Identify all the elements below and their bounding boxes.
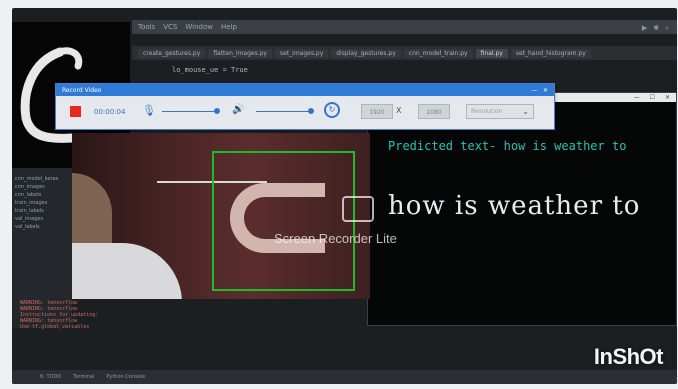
tree-item[interactable]: val_labels [15,224,69,230]
ide-statusbar: 6: TODO Terminal Python Console [12,370,677,384]
record-video-dialog: Record Video — ✕ 00:00:04 🎙 🔊 ↻ 1920 X 1… [55,83,555,130]
mic-volume-slider[interactable] [162,108,220,114]
predicted-text-large: how is weather to [388,191,641,221]
tree-item[interactable]: cnn_images [15,184,69,190]
inshot-watermark: InShOt [593,344,664,369]
slider-handle[interactable] [308,108,314,114]
dimension-separator: X [396,106,402,115]
dialog-title: Record Video [62,86,102,94]
minimize-icon[interactable]: — [634,94,640,101]
resolution-placeholder: Resolution [471,108,503,115]
recorder-controls: 00:00:04 🎙 🔊 ↻ 1920 X 1080 Resolution ⌄ [56,96,554,129]
tab-set-images[interactable]: set_images.py [275,48,329,58]
menu-item[interactable]: Tools [138,23,155,31]
stop-record-button[interactable] [70,106,81,117]
run-icon[interactable]: ▶ [642,24,647,33]
tab-final[interactable]: final.py [475,48,508,58]
recorder-watermark-icon [342,196,374,222]
recorder-watermark: Screen Recorder Lite [274,231,397,246]
tab-set-hand-histogram[interactable]: set_hand_histogram.py [510,48,591,58]
detection-box [212,151,355,291]
maximize-icon[interactable]: ☐ [650,94,655,101]
tree-item[interactable]: train_labels [15,208,69,214]
menu-item[interactable]: VCS [163,23,177,31]
tab-cnn-model-train[interactable]: cnn_model_train.py [403,48,473,58]
record-timer: 00:00:04 [94,108,126,116]
webcam-feed [72,133,370,299]
width-field[interactable]: 1920 [361,104,393,119]
minimize-icon[interactable]: — [531,87,537,94]
tree-item[interactable]: cnn_model_keras [15,176,69,182]
dialog-titlebar: Record Video — ✕ [56,84,554,96]
code-line[interactable]: lo_mouse_ue = True [172,66,248,74]
microphone-icon[interactable]: 🎙 [142,104,156,117]
todo-tab[interactable]: 6: TODO [40,374,61,380]
close-icon[interactable]: ✕ [543,87,548,94]
tree-item[interactable]: train_images [15,200,69,206]
slider-handle[interactable] [214,108,220,114]
search-icon[interactable]: ⌕ [665,24,669,33]
tab-flatten-images[interactable]: flatten_images.py [208,48,272,58]
editor-tabs: create_gestures.py flatten_images.py set… [132,46,677,60]
python-console-tab[interactable]: Python Console [106,374,145,380]
run-console: WARNING: tensorflow WARNING: tensorflow … [12,298,367,330]
predicted-text: Predicted text- how is weather to [388,139,627,153]
resolution-dropdown[interactable]: Resolution ⌄ [466,104,534,119]
debug-icon[interactable]: ✱ [653,24,659,33]
tree-item[interactable]: val_images [15,216,69,222]
terminal-tab[interactable]: Terminal [73,374,94,380]
menu-item[interactable]: Window [185,23,213,31]
console-line: Use tf.global_variables [20,324,90,330]
speaker-volume-slider[interactable] [256,108,314,114]
chevron-down-icon: ⌄ [522,107,529,116]
ide-toolbar: ▶ ✱ ⌕ [642,24,669,33]
menu-item[interactable]: Help [221,23,237,31]
close-icon[interactable]: ✕ [665,94,670,101]
height-field[interactable]: 1080 [418,104,450,119]
screen-frame: + Tools VCS Window Help ▶ ✱ ⌕ create_ges… [12,8,677,384]
tab-display-gestures[interactable]: display_gestures.py [331,48,401,58]
tree-item[interactable]: cnn_labels [15,192,69,198]
tab-create-gestures[interactable]: create_gestures.py [138,48,206,58]
camera-toggle-icon[interactable]: ↻ [324,102,340,118]
ide-menubar: Tools VCS Window Help [132,20,677,34]
speaker-icon[interactable]: 🔊 [232,104,244,115]
